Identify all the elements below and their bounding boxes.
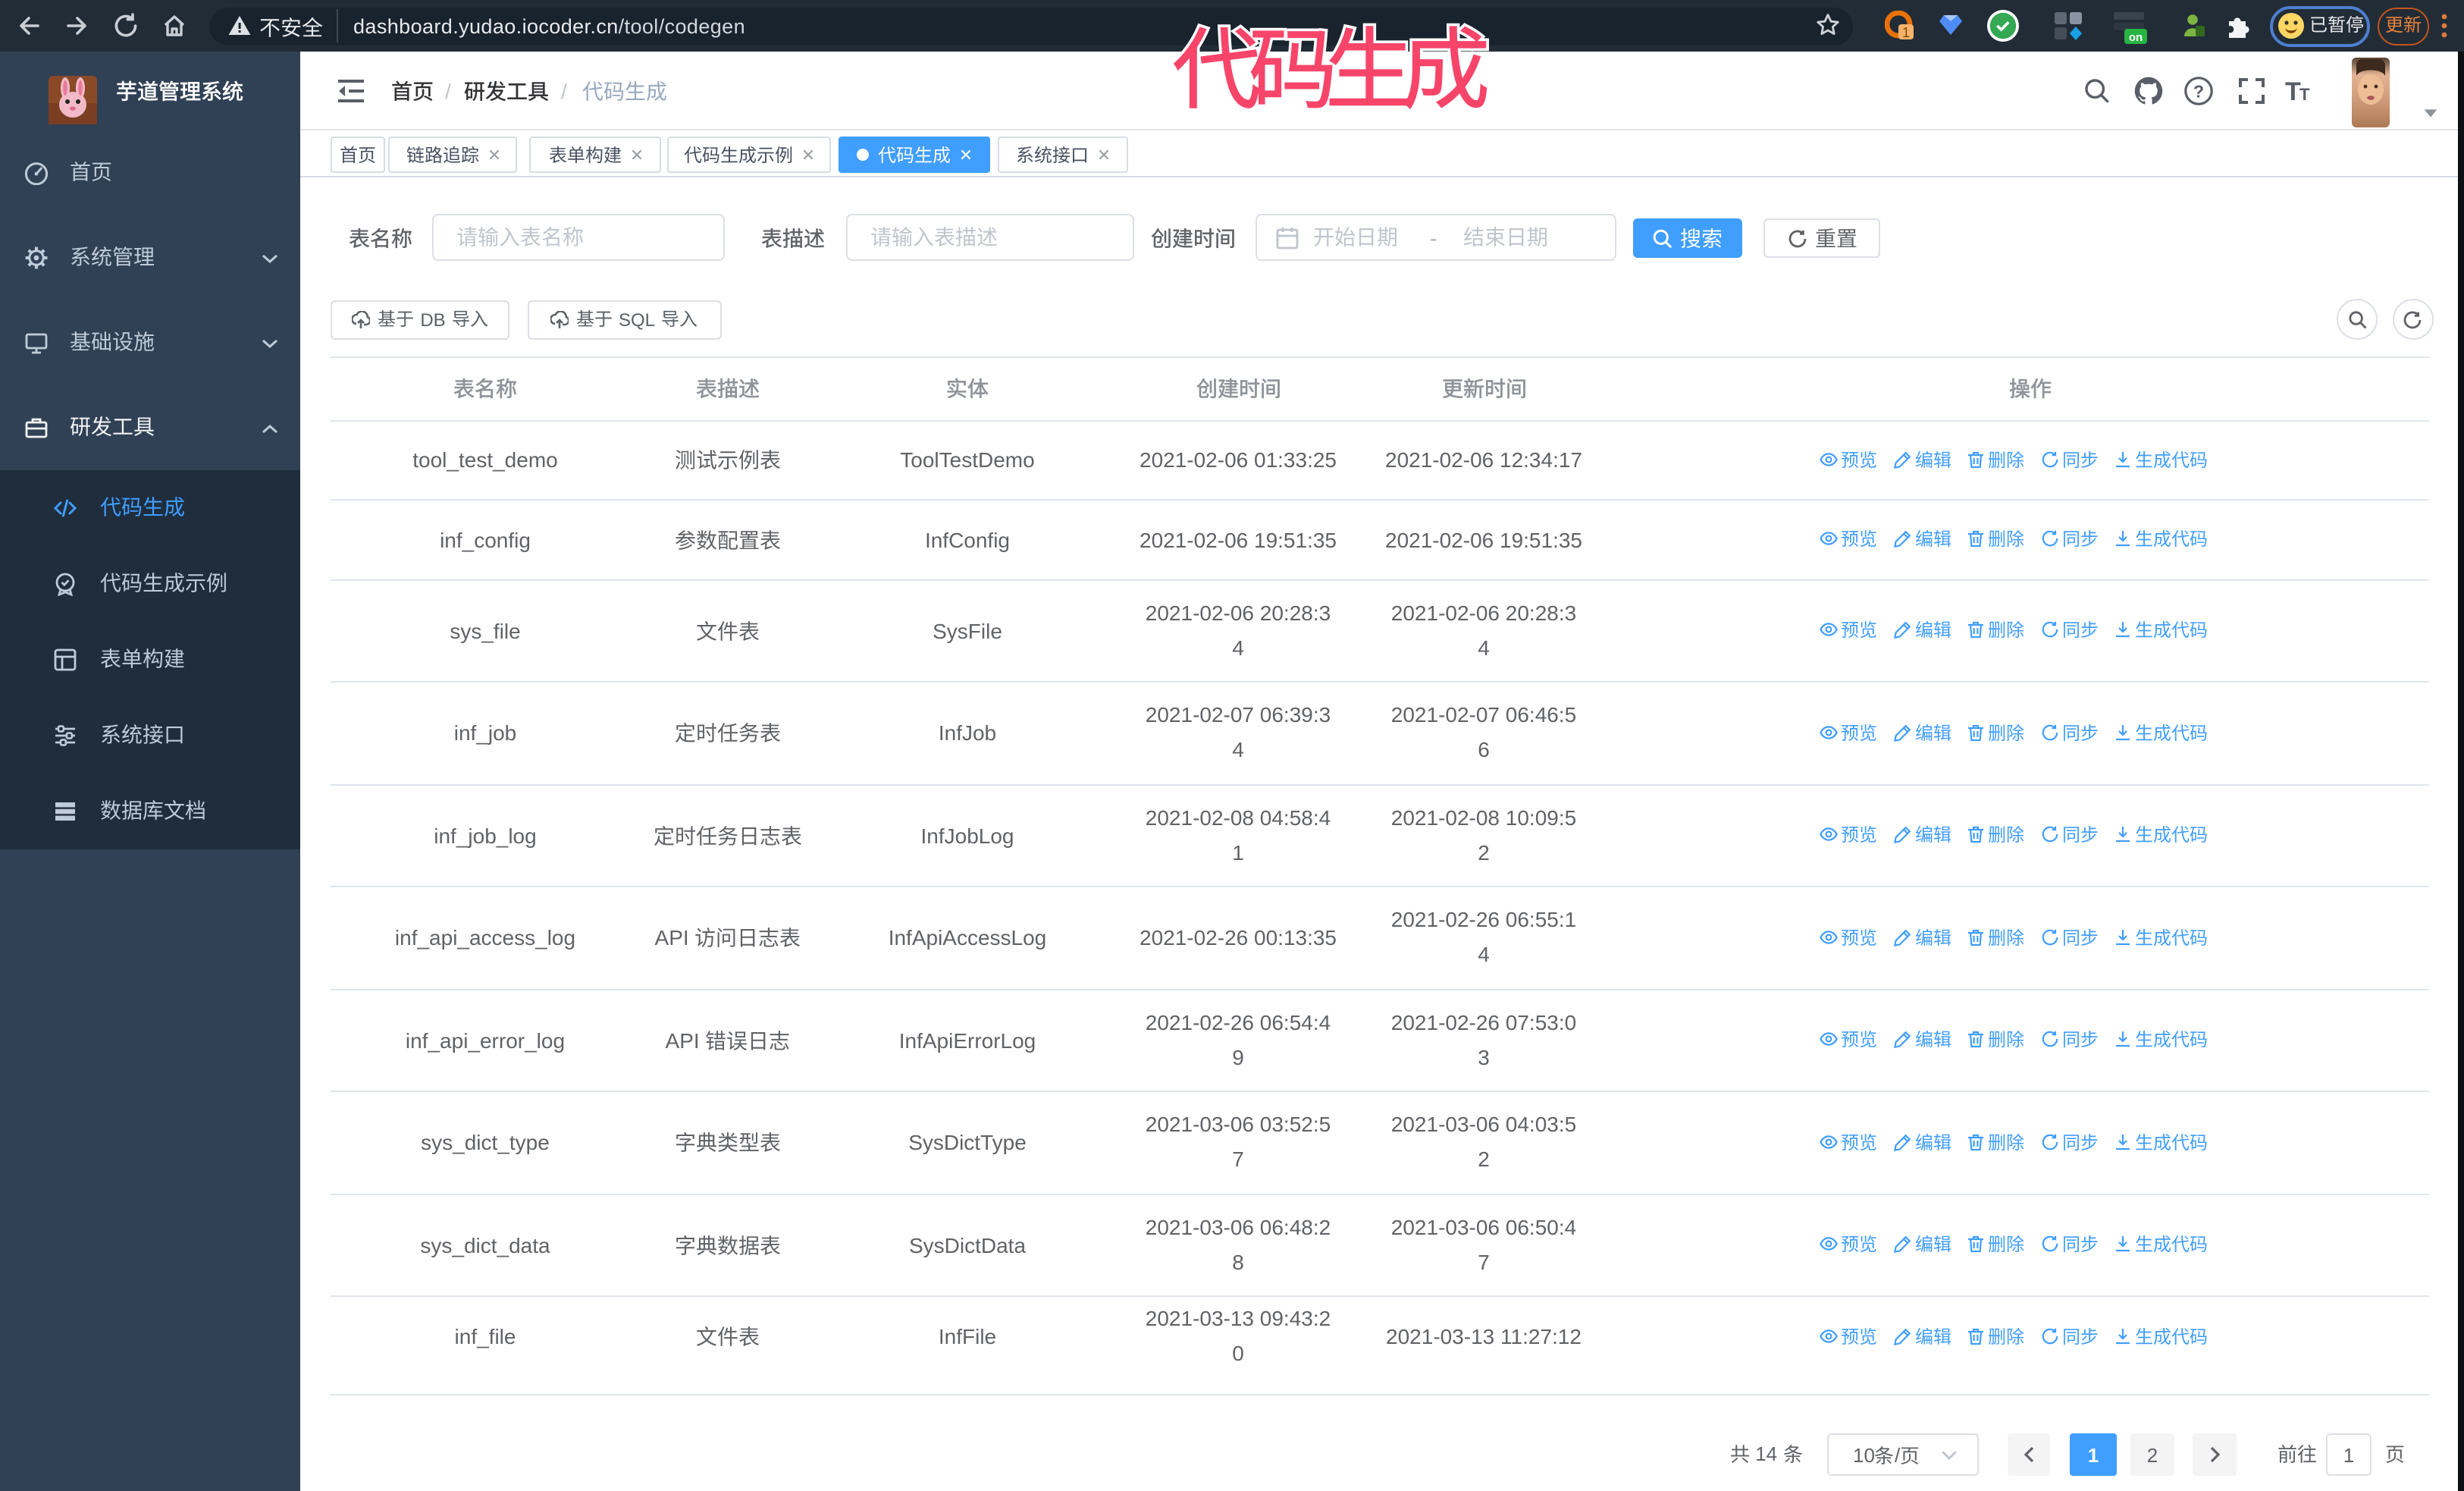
svg-text:T: T [2285,77,2301,105]
svg-text:T: T [2299,85,2310,104]
svg-text:1: 1 [1902,25,1910,40]
svg-text:?: ? [2193,81,2204,101]
svg-text:on: on [2129,31,2143,44]
